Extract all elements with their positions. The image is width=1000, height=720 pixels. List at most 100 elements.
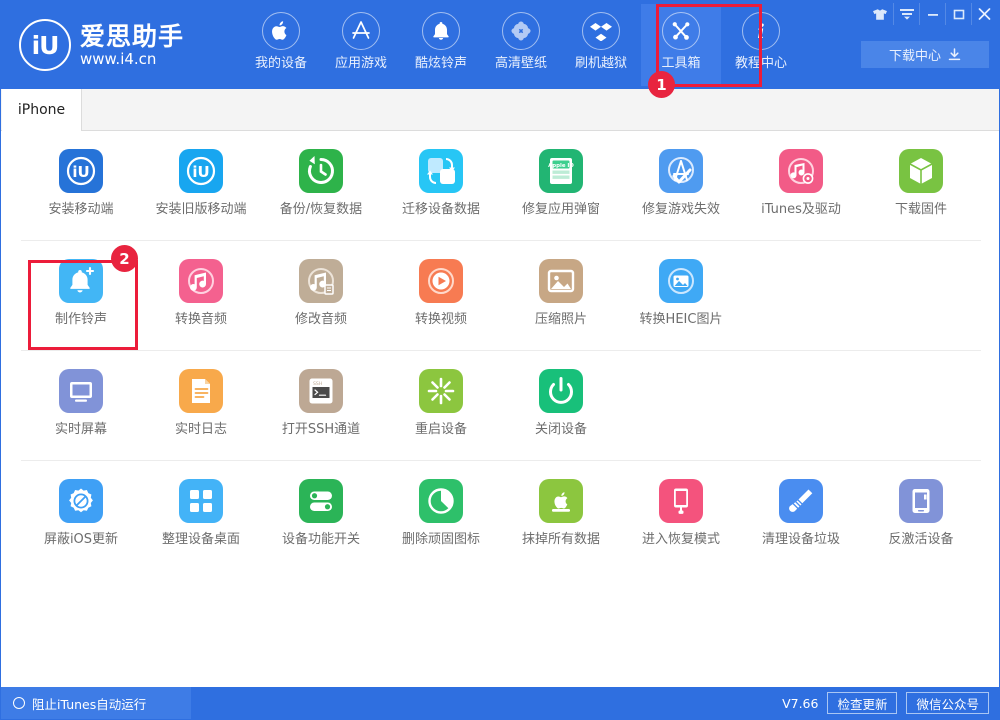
tools-icon xyxy=(662,12,700,50)
appstore-icon xyxy=(342,12,380,50)
tool-reboot-device[interactable]: 重启设备 xyxy=(381,369,501,461)
tab-iphone[interactable]: iPhone xyxy=(2,89,82,131)
edit-audio-icon xyxy=(299,259,343,303)
brand-logo: iU 爱思助手 www.i4.cn xyxy=(19,19,184,71)
minimize-icon[interactable] xyxy=(919,3,945,25)
tool-install-mobile[interactable]: iU 安装移动端 xyxy=(21,149,141,241)
tool-label: 修复游戏失效 xyxy=(642,202,720,218)
tool-backup-restore[interactable]: 备份/恢复数据 xyxy=(261,149,381,241)
tool-compress-photo[interactable]: 压缩照片 xyxy=(501,259,621,351)
tool-label: iTunes及驱动 xyxy=(761,202,841,218)
nav-label: 工具箱 xyxy=(661,56,700,72)
tool-fix-game[interactable]: 修复游戏失效 xyxy=(621,149,741,241)
tool-label: 删除顽固图标 xyxy=(402,532,480,548)
tool-label: 下载固件 xyxy=(895,202,947,218)
tool-open-ssh[interactable]: SSH 打开SSH通道 xyxy=(261,369,381,461)
main-nav: 我的设备 应用游戏 酷炫铃声 xyxy=(241,1,801,89)
close-icon[interactable] xyxy=(971,3,997,25)
tool-feature-toggle[interactable]: 设备功能开关 xyxy=(261,479,381,571)
i4-app-old-icon: iU xyxy=(179,149,223,193)
annotation-badge-2: 2 xyxy=(111,245,138,272)
version-label: V7.66 xyxy=(782,696,818,711)
nav-label: 教程中心 xyxy=(735,56,787,72)
skin-icon[interactable] xyxy=(867,3,893,25)
tool-label: 转换HEIC图片 xyxy=(640,312,723,328)
tool-migrate-data[interactable]: 迁移设备数据 xyxy=(381,149,501,241)
app-window: iU 爱思助手 www.i4.cn 我的设备 应用游戏 xyxy=(0,0,1000,720)
tool-live-screen[interactable]: 实时屏幕 xyxy=(21,369,141,461)
nav-item-apps-games[interactable]: 应用游戏 xyxy=(321,4,401,86)
nav-item-my-device[interactable]: 我的设备 xyxy=(241,4,321,86)
tool-edit-audio[interactable]: 修改音频 xyxy=(261,259,381,351)
tool-label: 安装移动端 xyxy=(48,202,113,218)
check-update-button[interactable]: 检查更新 xyxy=(827,692,897,714)
tool-label: 备份/恢复数据 xyxy=(280,202,362,218)
svg-text:iU: iU xyxy=(192,163,209,181)
tool-block-ios-update[interactable]: 屏蔽iOS更新 xyxy=(21,479,141,571)
tool-label: 修改音频 xyxy=(295,312,347,328)
menu-icon[interactable] xyxy=(893,3,919,25)
nav-item-tutorials[interactable]: i 教程中心 xyxy=(721,4,801,86)
nav-label: 酷炫铃声 xyxy=(415,56,467,72)
tool-label: 实时屏幕 xyxy=(55,422,107,438)
radio-icon xyxy=(13,697,25,709)
recovery-mode-icon xyxy=(659,479,703,523)
tool-convert-heic[interactable]: 转换HEIC图片 xyxy=(621,259,741,351)
tool-live-log[interactable]: 实时日志 xyxy=(141,369,261,461)
tool-label: 抹掉所有数据 xyxy=(522,532,600,548)
tool-download-firmware[interactable]: 下载固件 xyxy=(861,149,981,241)
nav-label: 刷机越狱 xyxy=(575,56,627,72)
nav-item-ringtones[interactable]: 酷炫铃声 xyxy=(401,4,481,86)
tool-label: 打开SSH通道 xyxy=(282,422,360,438)
fix-appleid-icon: Apple ID xyxy=(539,149,583,193)
compress-photo-icon xyxy=(539,259,583,303)
nav-item-flash-jailbreak[interactable]: 刷机越狱 xyxy=(561,4,641,86)
convert-heic-icon xyxy=(659,259,703,303)
toolbox-row: 屏蔽iOS更新 整理设备桌面 xyxy=(2,461,999,571)
tool-convert-video[interactable]: 转换视频 xyxy=(381,259,501,351)
nav-item-wallpapers[interactable]: 高清壁纸 xyxy=(481,4,561,86)
block-itunes-toggle[interactable]: 阻止iTunes自动运行 xyxy=(1,687,191,719)
block-ios-update-icon xyxy=(59,479,103,523)
tool-deactivate-device[interactable]: 反激活设备 xyxy=(861,479,981,571)
info-icon: i xyxy=(742,12,780,50)
tool-fix-app-popup[interactable]: Apple ID 修复应用弹窗 xyxy=(501,149,621,241)
brand-name: 爱思助手 xyxy=(80,23,184,51)
shutdown-device-icon xyxy=(539,369,583,413)
tool-make-ringtone[interactable]: 制作铃声 xyxy=(21,259,141,351)
make-ringtone-icon xyxy=(59,259,103,303)
tool-recovery-mode[interactable]: 进入恢复模式 xyxy=(621,479,741,571)
svg-text:Apple ID: Apple ID xyxy=(548,163,574,169)
toolbox-row: 制作铃声 转换音频 xyxy=(2,241,999,351)
ssh-tunnel-icon: SSH xyxy=(299,369,343,413)
tool-install-old-mobile[interactable]: iU 安装旧版移动端 xyxy=(141,149,261,241)
toolbox-grid: iU 安装移动端 iU 安装旧版移动端 备 xyxy=(2,131,999,689)
tool-label: 进入恢复模式 xyxy=(642,532,720,548)
tool-itunes-driver[interactable]: iTunes及驱动 xyxy=(741,149,861,241)
toolbox-row: 实时屏幕 实时日志 SSH xyxy=(2,351,999,461)
tool-convert-audio[interactable]: 转换音频 xyxy=(141,259,261,351)
fix-game-icon xyxy=(659,149,703,193)
download-center-button[interactable]: 下载中心 xyxy=(861,41,989,68)
tool-remove-stubborn-icon[interactable]: 删除顽固图标 xyxy=(381,479,501,571)
tool-organize-desktop[interactable]: 整理设备桌面 xyxy=(141,479,261,571)
convert-video-icon xyxy=(419,259,463,303)
svg-text:iU: iU xyxy=(72,163,89,181)
tool-shutdown-device[interactable]: 关闭设备 xyxy=(501,369,621,461)
flower-icon xyxy=(502,12,540,50)
tool-clean-junk[interactable]: 清理设备垃圾 xyxy=(741,479,861,571)
tool-label: 安装旧版移动端 xyxy=(155,202,246,218)
nav-label: 应用游戏 xyxy=(335,56,387,72)
reboot-device-icon xyxy=(419,369,463,413)
toolbox-row: iU 安装移动端 iU 安装旧版移动端 备 xyxy=(2,131,999,241)
erase-all-icon xyxy=(539,479,583,523)
window-controls xyxy=(867,3,997,25)
tool-label: 转换视频 xyxy=(415,312,467,328)
app-header: iU 爱思助手 www.i4.cn 我的设备 应用游戏 xyxy=(1,1,1000,89)
maximize-icon[interactable] xyxy=(945,3,971,25)
tool-label: 重启设备 xyxy=(415,422,467,438)
status-bar-actions: V7.66 检查更新 微信公众号 xyxy=(782,692,1000,714)
wechat-button[interactable]: 微信公众号 xyxy=(906,692,989,714)
tool-erase-all-data[interactable]: 抹掉所有数据 xyxy=(501,479,621,571)
annotation-badge-1: 1 xyxy=(648,71,675,98)
